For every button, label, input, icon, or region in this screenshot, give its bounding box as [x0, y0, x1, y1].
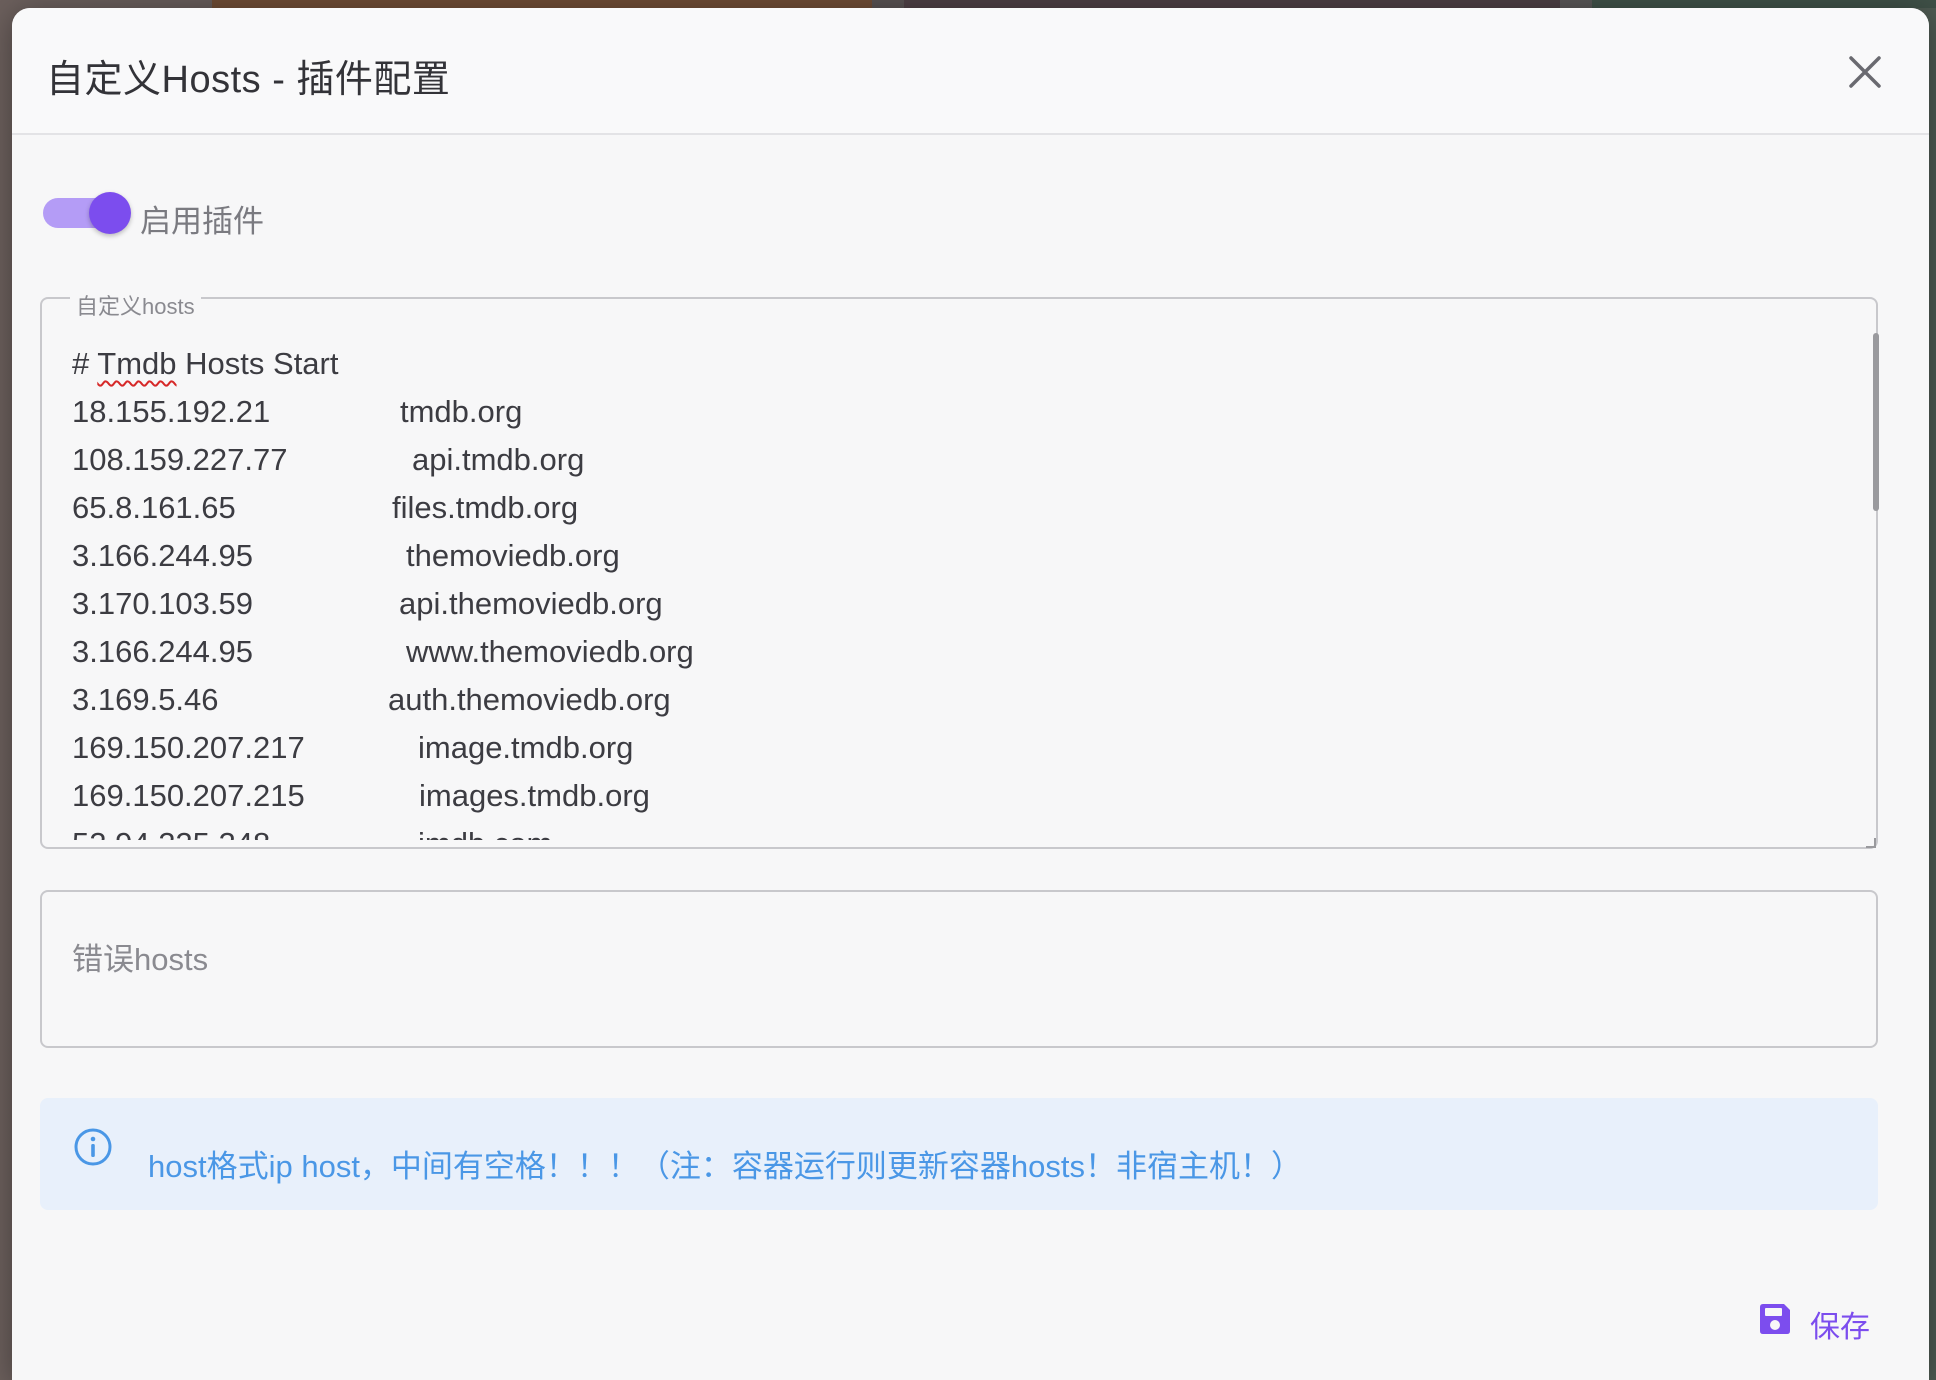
backdrop-card-2 [904, 0, 1560, 8]
hosts-entry-line: 3.170.103.59 api.themoviedb.org [72, 580, 1772, 628]
misspelled-word: Tmdb [97, 346, 177, 381]
hosts-entry-line: 18.155.192.21 tmdb.org [72, 388, 1772, 436]
hosts-entry-ip: 108.159.227.77 [72, 442, 288, 477]
custom-hosts-content[interactable]: # Tmdb Hosts Start 18.155.192.21 tmdb.org… [72, 340, 1772, 840]
hosts-entry-ip: 3.169.5.46 [72, 682, 219, 717]
hosts-entry-domain: themoviedb.org [406, 538, 620, 573]
hosts-entry-domain: tmdb.org [400, 394, 523, 429]
hosts-entry-domain: files.tmdb.org [392, 490, 579, 525]
hosts-comment-line: # Tmdb Hosts Start [72, 340, 1772, 388]
hosts-entry-ip: 3.170.103.59 [72, 586, 254, 621]
hosts-entry-ip: 3.166.244.95 [72, 634, 254, 669]
floppy-disk-icon [1760, 1304, 1790, 1334]
error-hosts-placeholder: 错误hosts [72, 942, 209, 977]
save-label: 保存 [1810, 1311, 1870, 1344]
hosts-entry-ip: 18.155.192.21 [72, 394, 271, 429]
hosts-entry-domain: image.tmdb.org [418, 730, 634, 765]
info-icon [74, 1128, 112, 1166]
hosts-entry-line: 108.159.227.77 api.tmdb.org [72, 436, 1772, 484]
comment-prefix: # [72, 346, 98, 381]
dialog-title: 自定义Hosts - 插件配置 [46, 59, 451, 101]
info-alert-text: host格式ip host，中间有空格！！！（注：容器运行则更新容器hosts！… [148, 1149, 1303, 1184]
hosts-entry-domain: api.tmdb.org [412, 442, 585, 477]
custom-hosts-legend: 自定义hosts [70, 289, 201, 321]
hosts-entry-line: 3.166.244.95 themoviedb.org [72, 532, 1772, 580]
hosts-entry-domain: api.themoviedb.org [399, 586, 663, 621]
textarea-scrollbar[interactable] [1873, 333, 1879, 511]
error-hosts-textarea[interactable] [40, 890, 1878, 1048]
backdrop-card-3 [1592, 0, 1936, 8]
backdrop-card-1 [212, 0, 872, 8]
hosts-entry-line: 169.150.207.217 image.tmdb.org [72, 724, 1772, 772]
hosts-entry-line: 169.150.207.215 images.tmdb.org [72, 772, 1772, 820]
textarea-resize-handle[interactable] [1866, 838, 1876, 848]
hosts-entry-domain: imdb.com [418, 820, 552, 840]
hosts-entry-line: 52.94.225.248 imdb.com [72, 820, 1772, 840]
hosts-entry-line: 3.166.244.95 www.themoviedb.org [72, 628, 1772, 676]
enable-plugin-label: 启用插件 [140, 204, 264, 239]
save-button[interactable]: 保存 [1738, 1292, 1902, 1346]
hosts-entry-line: 65.8.161.65 files.tmdb.org [72, 484, 1772, 532]
hosts-entry-domain: www.themoviedb.org [406, 634, 694, 669]
hosts-entry-line: 3.169.5.46 auth.themoviedb.org [72, 676, 1772, 724]
enable-plugin-toggle[interactable] [43, 190, 133, 236]
hosts-entry-domain: auth.themoviedb.org [388, 682, 671, 717]
hosts-entry-ip: 3.166.244.95 [72, 538, 254, 573]
dialog-header: 自定义Hosts - 插件配置 [12, 8, 1929, 135]
close-icon [1849, 56, 1881, 88]
close-button[interactable] [1841, 48, 1889, 96]
hosts-entry-ip: 169.150.207.215 [72, 778, 305, 813]
comment-suffix: Hosts Start [176, 346, 339, 381]
hosts-entry-ip: 52.94.225.248 [72, 820, 270, 840]
hosts-entry-domain: images.tmdb.org [419, 778, 650, 813]
hosts-entry-ip: 65.8.161.65 [72, 490, 236, 525]
toggle-thumb [89, 192, 131, 234]
hosts-entry-ip: 169.150.207.217 [72, 730, 305, 765]
